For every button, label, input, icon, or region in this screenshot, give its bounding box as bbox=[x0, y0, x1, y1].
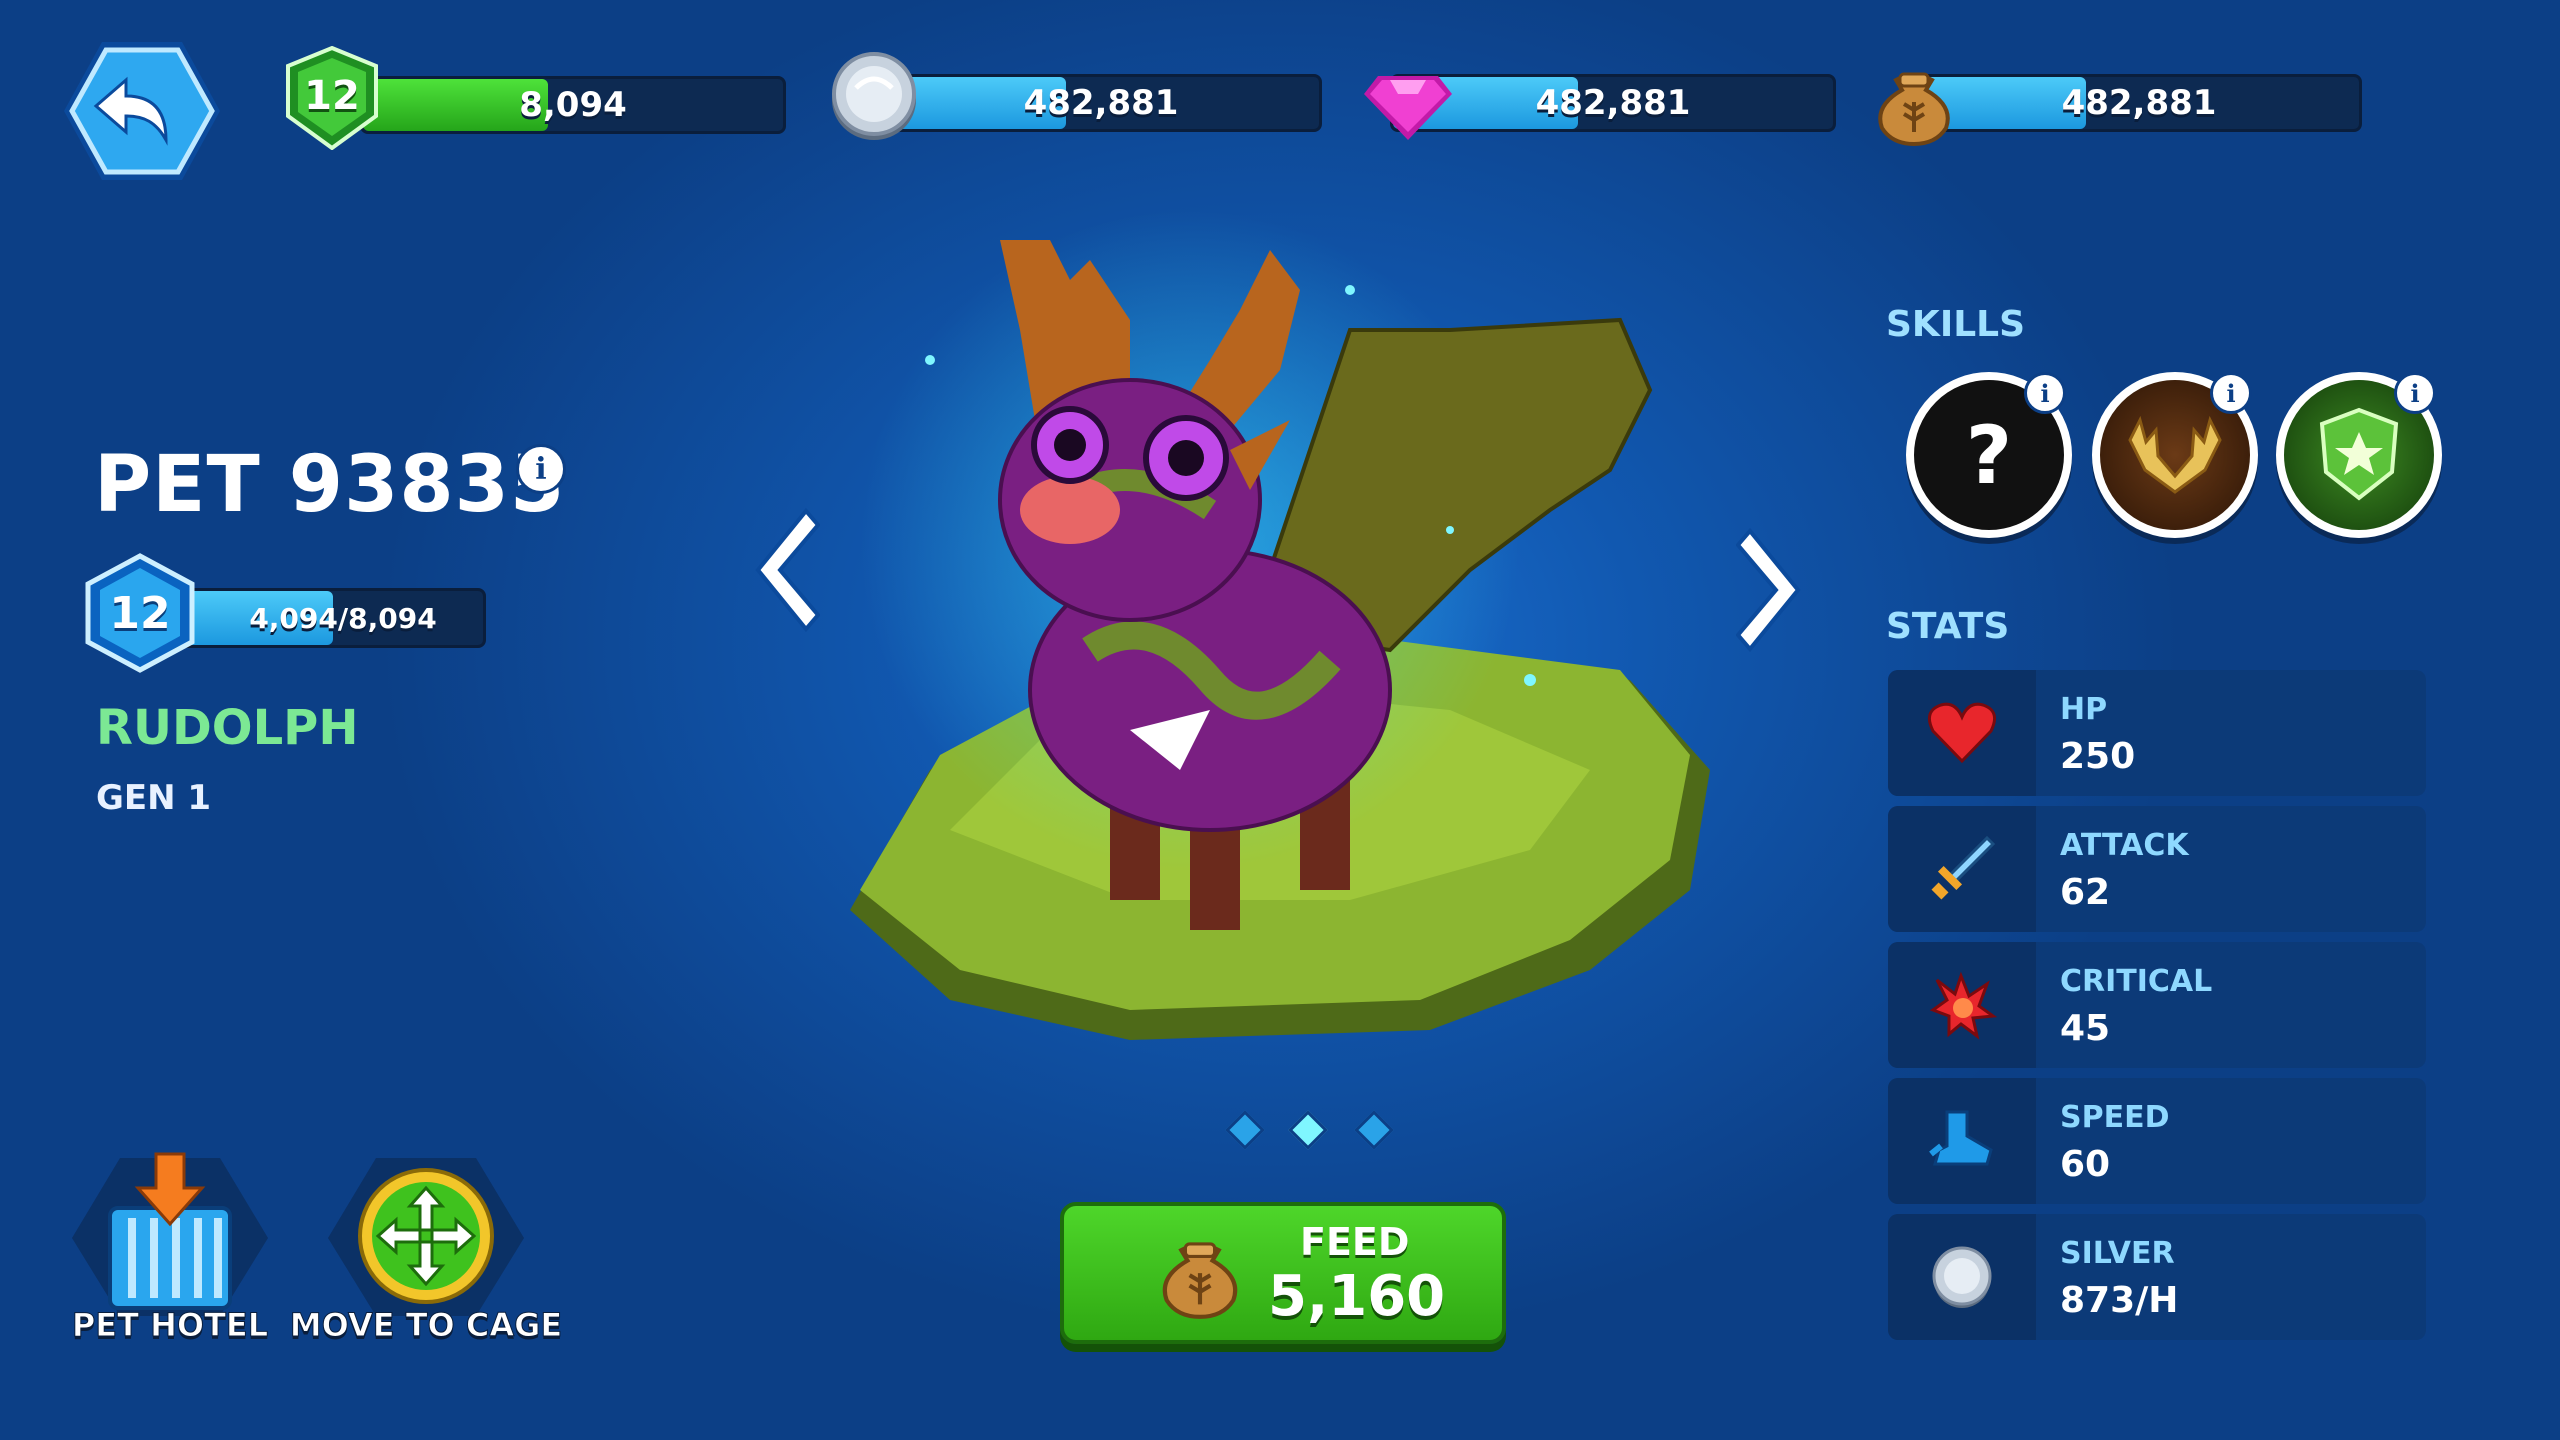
move-to-cage-button[interactable]: MOVE TO CAGE bbox=[289, 1148, 563, 1345]
critical-burst-icon bbox=[1929, 971, 1997, 1040]
food-sack-icon bbox=[1866, 50, 1962, 150]
move-to-cage-label: MOVE TO CAGE bbox=[289, 1306, 563, 1345]
pet-xp-text: 4,094/8,094 bbox=[249, 601, 437, 635]
stat-value-silver: 873/H bbox=[2060, 1280, 2179, 1321]
silver-bar: 482,881 bbox=[880, 74, 1322, 132]
stat-value-hp: 250 bbox=[2060, 736, 2136, 777]
pet-model[interactable] bbox=[830, 210, 1730, 1080]
pet-illustration bbox=[850, 210, 1710, 1040]
silver-amount: 482,881 bbox=[1023, 83, 1179, 123]
pet-name: PET 93835 bbox=[94, 440, 566, 530]
stat-label-hp: HP bbox=[2060, 692, 2108, 727]
feed-cost: 5,160 bbox=[1268, 1264, 1446, 1329]
pet-hotel-label: PET HOTEL bbox=[71, 1306, 269, 1345]
skill-2-info-icon[interactable]: i bbox=[2210, 372, 2252, 414]
stat-row-hp: HP 250 bbox=[1888, 670, 2426, 796]
food-sack-icon bbox=[1162, 1242, 1238, 1319]
silver-coin-icon bbox=[1932, 1246, 1992, 1308]
skill-3-info-icon[interactable]: i bbox=[2394, 372, 2436, 414]
pet-level-badge: 12 bbox=[80, 552, 200, 674]
food-bar: 482,881 bbox=[1916, 74, 2362, 132]
gems-bar: 482,881 bbox=[1390, 74, 1836, 132]
stat-label-critical: CRITICAL bbox=[2060, 964, 2213, 999]
player-xp-bar: 8,094 bbox=[360, 76, 786, 134]
pet-generation: GEN 1 bbox=[96, 778, 212, 818]
stats-title: STATS bbox=[1886, 606, 2010, 647]
skill-slot-1[interactable]: ? i bbox=[1906, 372, 2072, 538]
food-amount: 482,881 bbox=[2061, 83, 2217, 123]
pet-hotel-button[interactable]: PET HOTEL bbox=[70, 1148, 270, 1345]
stat-row-attack: ATTACK 62 bbox=[1888, 806, 2426, 932]
pet-xp-bar: 4,094/8,094 bbox=[180, 588, 486, 648]
feed-button[interactable]: FEED 5,160 bbox=[1060, 1202, 1506, 1344]
gems-amount: 482,881 bbox=[1535, 83, 1691, 123]
stat-value-speed: 60 bbox=[2060, 1144, 2111, 1185]
carousel-dot-3[interactable] bbox=[1354, 1110, 1394, 1150]
back-button[interactable] bbox=[62, 36, 222, 186]
pet-type: RUDOLPH bbox=[96, 700, 359, 756]
player-level-text: 12 bbox=[304, 73, 360, 119]
skill-slot-2[interactable]: i bbox=[2092, 372, 2258, 538]
skills-title: SKILLS bbox=[1886, 304, 2026, 345]
pet-info-icon[interactable]: i bbox=[516, 444, 566, 494]
stat-value-attack: 62 bbox=[2060, 872, 2111, 913]
stat-label-speed: SPEED bbox=[2060, 1100, 2170, 1135]
sword-icon bbox=[1931, 835, 1996, 900]
player-level-badge: 12 bbox=[282, 45, 382, 151]
carousel-dot-1[interactable] bbox=[1225, 1110, 1265, 1150]
stat-row-critical: CRITICAL 45 bbox=[1888, 942, 2426, 1068]
skill-1-info-icon[interactable]: i bbox=[2024, 372, 2066, 414]
stat-row-speed: SPEED 60 bbox=[1888, 1078, 2426, 1204]
pet-hotel-icon bbox=[72, 1152, 268, 1316]
stat-label-attack: ATTACK bbox=[2060, 828, 2189, 863]
skill-slot-3[interactable]: i bbox=[2276, 372, 2442, 538]
chevron-left-icon bbox=[755, 507, 821, 633]
move-arrows-icon bbox=[328, 1158, 524, 1316]
stat-value-critical: 45 bbox=[2060, 1008, 2111, 1049]
back-arrow-icon bbox=[64, 42, 220, 180]
silver-coin-icon bbox=[826, 48, 922, 148]
previous-pet-arrow[interactable] bbox=[740, 505, 821, 639]
gem-icon bbox=[1360, 50, 1456, 150]
carousel-dot-2-active[interactable] bbox=[1288, 1110, 1328, 1150]
heart-icon bbox=[1927, 702, 1997, 764]
player-xp-text: 8,094 bbox=[519, 85, 627, 125]
feed-label: FEED bbox=[1300, 1220, 1410, 1264]
chevron-right-icon bbox=[1735, 527, 1801, 653]
pet-level-text: 12 bbox=[109, 587, 171, 639]
next-pet-arrow[interactable] bbox=[1735, 525, 1816, 659]
boot-icon bbox=[1929, 1110, 1993, 1166]
stat-label-silver: SILVER bbox=[2060, 1236, 2175, 1271]
stat-row-silver: SILVER 873/H bbox=[1888, 1214, 2426, 1340]
